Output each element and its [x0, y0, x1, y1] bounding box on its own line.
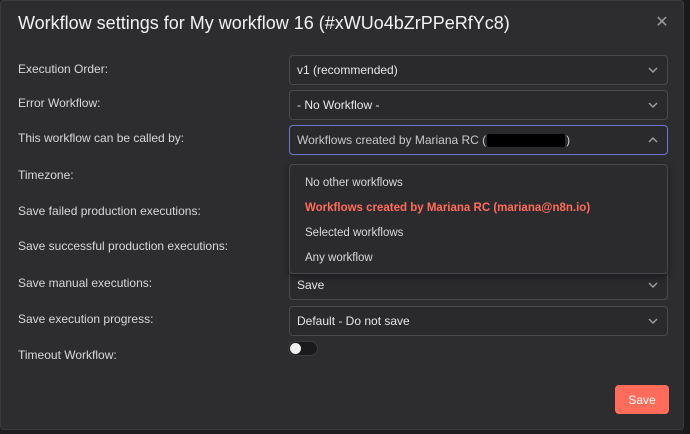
chevron-down-icon: [648, 282, 658, 288]
save-button[interactable]: Save: [615, 385, 669, 414]
workflow-settings-dialog: Workflow settings for My workflow 16 (#x…: [0, 0, 684, 430]
save-progress-label: Save execution progress:: [18, 312, 154, 326]
chevron-down-icon: [648, 67, 658, 73]
redacted-email: [487, 134, 566, 148]
error-workflow-label: Error Workflow:: [18, 96, 101, 110]
callable-by-select[interactable]: Workflows created by Mariana RC (): [289, 125, 668, 155]
save-failed-label: Save failed production executions:: [18, 204, 201, 218]
error-workflow-select[interactable]: - No Workflow -: [289, 90, 668, 120]
callable-by-value-prefix: Workflows created by Mariana RC (: [297, 133, 487, 147]
callable-by-dropdown: No other workflows Workflows created by M…: [289, 164, 668, 274]
timeout-workflow-toggle[interactable]: [288, 341, 318, 356]
dropdown-option[interactable]: No other workflows: [290, 171, 667, 196]
chevron-down-icon: [648, 318, 658, 324]
save-progress-value: Default - Do not save: [297, 314, 410, 328]
toggle-knob: [290, 343, 301, 354]
chevron-up-icon: [648, 137, 658, 143]
timezone-label: Timezone:: [18, 168, 74, 182]
dropdown-option[interactable]: Selected workflows: [290, 221, 667, 246]
save-manual-select[interactable]: Save: [289, 270, 668, 300]
close-icon[interactable]: ✕: [653, 14, 671, 32]
callable-by-label: This workflow can be called by:: [18, 131, 185, 145]
dropdown-option[interactable]: Any workflow: [290, 246, 667, 271]
save-progress-select[interactable]: Default - Do not save: [289, 306, 668, 336]
timeout-workflow-label: Timeout Workflow:: [18, 348, 117, 362]
save-manual-label: Save manual executions:: [18, 276, 153, 290]
save-successful-label: Save successful production executions:: [18, 239, 229, 253]
error-workflow-value: - No Workflow -: [297, 98, 380, 112]
chevron-down-icon: [648, 102, 658, 108]
page-edge: [684, 0, 690, 434]
dropdown-option[interactable]: Workflows created by Mariana RC (mariana…: [290, 196, 667, 221]
callable-by-value-suffix: ): [566, 133, 571, 147]
execution-order-label: Execution Order:: [18, 62, 109, 76]
dialog-title: Workflow settings for My workflow 16 (#x…: [18, 13, 510, 33]
execution-order-select[interactable]: v1 (recommended): [289, 55, 668, 85]
execution-order-value: v1 (recommended): [297, 63, 398, 77]
save-manual-value: Save: [297, 278, 325, 292]
